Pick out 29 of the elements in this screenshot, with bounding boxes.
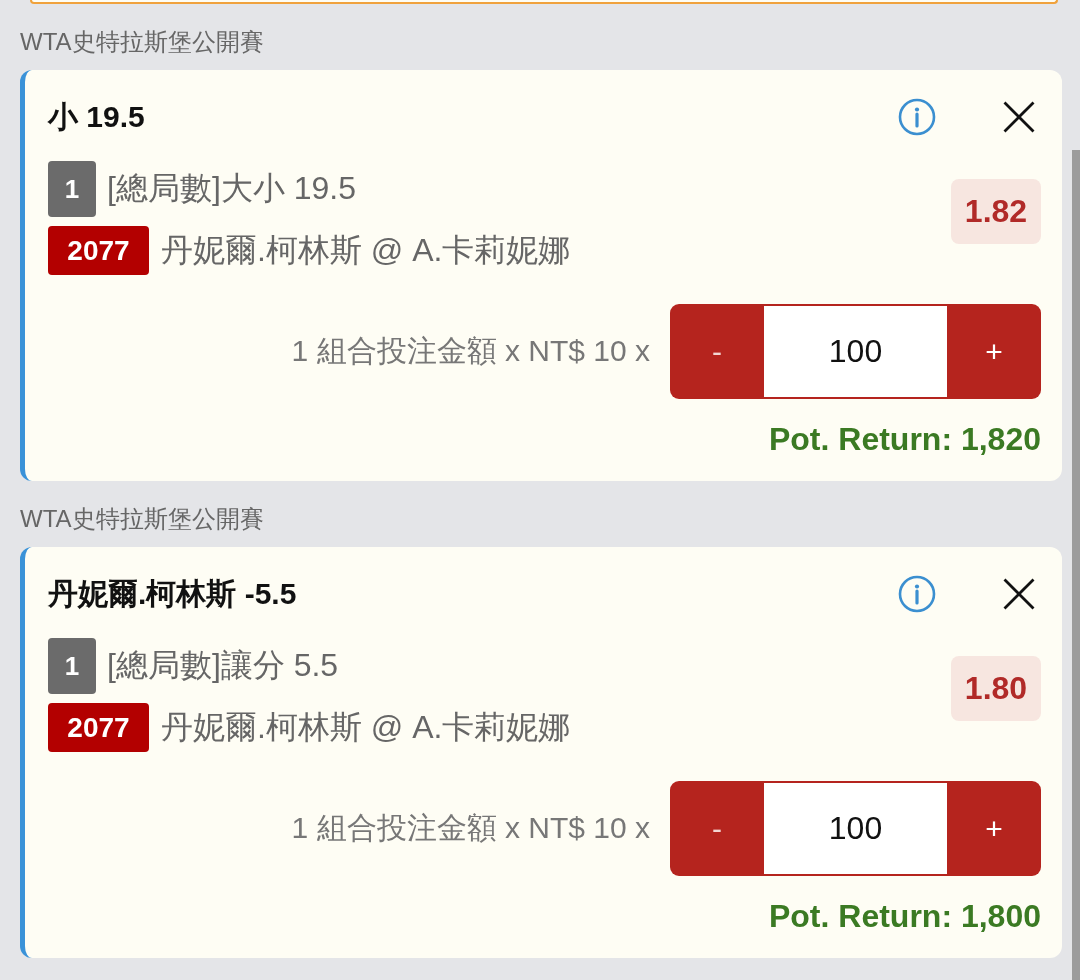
bet-title: 丹妮爾.柯林斯 -5.5	[48, 575, 298, 612]
potential-return-text: Pot. Return: 1,820	[768, 420, 1041, 459]
event-code-badge: 2077	[48, 226, 149, 275]
stake-label: 1 組合投注金額 x NT$ 10 x	[291, 333, 650, 369]
leg-number-badge: 1	[48, 638, 96, 694]
stake-input[interactable]: 100	[764, 781, 947, 876]
close-icon[interactable]	[1003, 101, 1035, 133]
event-text: 丹妮爾.柯林斯 @ A.卡莉妮娜	[161, 230, 571, 270]
potential-return-text: Pot. Return: 1,800	[768, 897, 1041, 936]
stake-input[interactable]: 100	[764, 304, 947, 399]
minus-button[interactable]: -	[670, 304, 764, 399]
event-text: 丹妮爾.柯林斯 @ A.卡莉妮娜	[161, 707, 571, 747]
plus-button[interactable]: +	[947, 781, 1041, 876]
stake-label: 1 組合投注金額 x NT$ 10 x	[291, 810, 650, 846]
bet-title: 小 19.5	[48, 98, 146, 135]
market-text: [總局數]大小 19.5	[107, 169, 356, 208]
event-code-badge: 2077	[48, 703, 149, 752]
scrollbar-thumb[interactable]	[1072, 150, 1080, 980]
minus-button[interactable]: -	[670, 781, 764, 876]
plus-button[interactable]: +	[947, 304, 1041, 399]
league-label: WTA史特拉斯堡公開賽	[20, 504, 265, 534]
info-icon[interactable]	[898, 98, 936, 136]
info-icon[interactable]	[898, 575, 936, 613]
odds-badge: 1.80	[951, 655, 1041, 721]
leg-number-badge: 1	[48, 161, 96, 217]
odds-badge: 1.82	[951, 178, 1041, 244]
close-icon[interactable]	[1003, 578, 1035, 610]
league-label: WTA史特拉斯堡公開賽	[20, 27, 265, 57]
market-text: [總局數]讓分 5.5	[107, 646, 339, 685]
